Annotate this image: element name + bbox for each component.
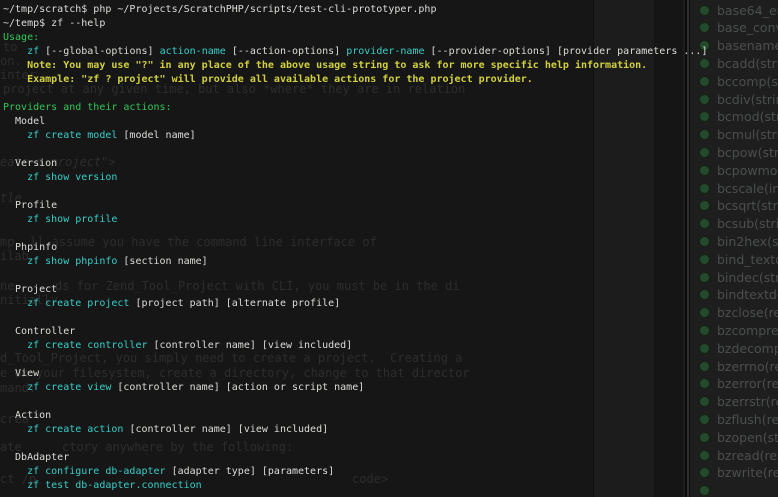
terminal-line: zf create action [controller name] [view… [3, 423, 763, 437]
terminal-line [3, 87, 763, 101]
terminal-text-segment: zf configure db-adapter [3, 466, 166, 477]
terminal-text-segment: [controller name] [view included] [148, 340, 353, 351]
terminal-text-segment: zf show profile [3, 214, 117, 225]
terminal-line [3, 227, 763, 241]
terminal-line [3, 395, 763, 409]
terminal-text-segment: Example: "zf ? project" will provide all… [3, 74, 533, 85]
terminal-text-segment: [model name] [117, 130, 195, 141]
terminal-line: zf configure db-adapter [adapter type] [… [3, 465, 763, 479]
terminal-text-segment: action-name [160, 46, 226, 57]
terminal-text-segment: ~/tmp/scratch$ php ~/Projects/ScratchPHP… [3, 4, 436, 15]
terminal-line: zf create controller [controller name] [… [3, 339, 763, 353]
terminal-text-segment: Model [3, 116, 45, 127]
terminal-line: Project [3, 283, 763, 297]
terminal-line: Example: "zf ? project" will provide all… [3, 73, 763, 87]
terminal-line: zf create project [project path] [altern… [3, 297, 763, 311]
terminal-text-segment: [controller name] [action or script name… [111, 382, 364, 393]
terminal-line: Profile [3, 199, 763, 213]
terminal-text-segment: Phpinfo [3, 242, 57, 253]
terminal-text-segment: Action [3, 410, 51, 421]
terminal-text-segment: Controller [3, 326, 75, 337]
terminal-text-segment: Profile [3, 200, 57, 211]
terminal-text-segment [3, 46, 27, 57]
terminal-line [3, 143, 763, 157]
terminal-line: Note: You may use "?" in any place of th… [3, 59, 763, 73]
terminal-text-segment: Providers and their actions: [3, 102, 172, 113]
terminal-line: DbAdapter [3, 451, 763, 465]
terminal-line: zf test db-adapter.connection [3, 479, 763, 493]
terminal-text-segment: zf create controller [3, 340, 148, 351]
terminal-text-segment: provider-name [346, 46, 424, 57]
terminal-line: Version [3, 157, 763, 171]
terminal-text-segment: View [3, 368, 39, 379]
terminal-text-segment: Project [3, 284, 57, 295]
terminal-line: Providers and their actions: [3, 101, 763, 115]
terminal-line [3, 353, 763, 367]
terminal-text-segment: [project path] [alternate profile] [129, 298, 340, 309]
terminal-line: Controller [3, 325, 763, 339]
terminal-line [3, 269, 763, 283]
terminal-text-segment: zf test db-adapter.connection [3, 480, 202, 491]
terminal-line: zf create view [controller name] [action… [3, 381, 763, 395]
terminal-line: Model [3, 115, 763, 129]
terminal-text-segment: [--global-options] [39, 46, 159, 57]
terminal-line: ~/temp$ zf --help [3, 17, 763, 31]
terminal-line: Action [3, 409, 763, 423]
terminal-line: zf create model [model name] [3, 129, 763, 143]
terminal-line: zf show profile [3, 213, 763, 227]
terminal-line [3, 185, 763, 199]
terminal-text-segment: zf create project [3, 298, 129, 309]
terminal-text-segment: ~/temp$ zf --help [3, 18, 105, 29]
terminal-text-segment: DbAdapter [3, 452, 69, 463]
terminal-text-segment: [section name] [117, 256, 207, 267]
terminal-line [3, 437, 763, 451]
terminal-output[interactable]: ~/tmp/scratch$ php ~/Projects/ScratchPHP… [3, 3, 763, 493]
terminal-text-segment: zf create model [3, 130, 117, 141]
terminal-line [3, 311, 763, 325]
terminal-line: Phpinfo [3, 241, 763, 255]
terminal-text-segment: zf show phpinfo [3, 256, 117, 267]
terminal-text-segment: [--provider-options] [provider parameter… [425, 46, 708, 57]
terminal-text-segment: zf create action [3, 424, 123, 435]
terminal-text-segment: Note: You may use "?" in any place of th… [3, 60, 647, 71]
terminal-text-segment: zf create view [3, 382, 111, 393]
terminal-line: zf show version [3, 171, 763, 185]
screen: toon.interproject at any given time, but… [0, 0, 778, 497]
terminal-line: ~/tmp/scratch$ php ~/Projects/ScratchPHP… [3, 3, 763, 17]
terminal-line: Usage: [3, 31, 763, 45]
terminal-text-segment: [--action-options] [226, 46, 346, 57]
terminal-line: zf [--global-options] action-name [--act… [3, 45, 763, 59]
terminal-text-segment: zf show version [3, 172, 117, 183]
terminal-text-segment: [controller name] [view included] [123, 424, 328, 435]
terminal-text-segment: Usage: [3, 32, 39, 43]
terminal-text-segment: [adapter type] [parameters] [166, 466, 335, 477]
terminal-text-segment: zf [27, 46, 39, 57]
terminal-line: View [3, 367, 763, 381]
terminal-text-segment: Version [3, 158, 57, 169]
terminal-line: zf show phpinfo [section name] [3, 255, 763, 269]
